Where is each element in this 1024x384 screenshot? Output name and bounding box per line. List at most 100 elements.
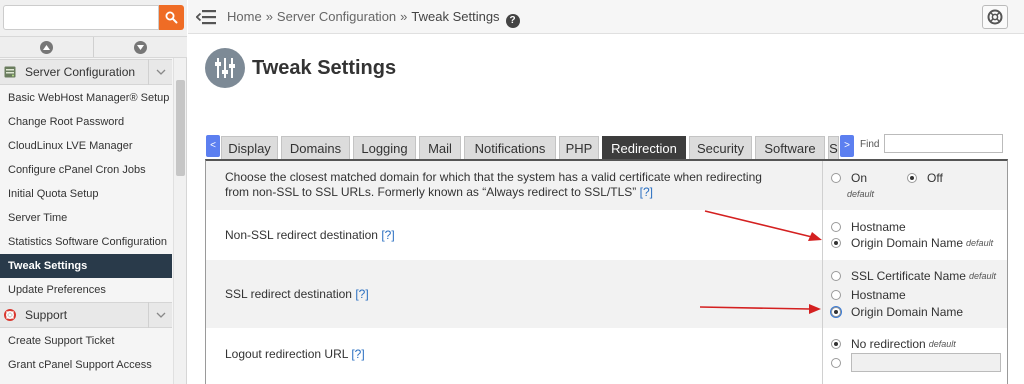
option-on[interactable]: On — [831, 171, 867, 185]
setting-options: No redirection default — [822, 328, 1007, 384]
help-link[interactable]: [?] — [351, 347, 364, 361]
option-ssl-certificate-name[interactable]: SSL Certificate Name default — [831, 269, 996, 283]
sliders-icon — [205, 48, 245, 88]
sidebar-item-create-support-ticket[interactable]: Create Support Ticket — [0, 329, 172, 353]
tab-display[interactable]: Display — [221, 136, 278, 159]
search-button[interactable] — [159, 5, 184, 30]
option-label: No redirection — [851, 337, 926, 351]
setting-description-line: from non-SSL to SSL URLs. Formerly known… — [225, 185, 637, 199]
sidebar-item-grant-cpanel-support-access[interactable]: Grant cPanel Support Access — [0, 353, 172, 377]
option-label: Origin Domain Name — [851, 305, 964, 319]
option-hostname[interactable]: Hostname — [831, 220, 906, 234]
sidebar-item-server-time[interactable]: Server Time — [0, 206, 172, 230]
option-label: Off — [927, 171, 943, 185]
breadcrumb-separator: » — [265, 9, 273, 24]
help-link[interactable]: [?] — [381, 228, 394, 242]
tabs-scroll-left-button[interactable]: < — [206, 135, 220, 157]
expand-all-button[interactable] — [93, 37, 187, 57]
radio-origin-domain-name[interactable] — [831, 238, 841, 248]
sidebar-item-cloudlinux-lve-manager[interactable]: CloudLinux LVE Manager — [0, 134, 172, 158]
support-button[interactable] — [982, 5, 1008, 29]
radio-no-redirection[interactable] — [831, 339, 841, 349]
sidebar-item-basic-webhost-manager-setup[interactable]: Basic WebHost Manager® Setup — [0, 86, 172, 110]
radio-origin-domain-name[interactable] — [831, 307, 841, 317]
option-label: On — [851, 171, 868, 185]
breadcrumb-home[interactable]: Home — [227, 9, 262, 24]
breadcrumb-server-configuration[interactable]: Server Configuration — [277, 9, 396, 24]
tab-mail[interactable]: Mail — [419, 136, 461, 159]
tab-php[interactable]: PHP — [559, 136, 599, 159]
help-link[interactable]: [?] — [355, 287, 368, 301]
breadcrumb-current: Tweak Settings — [411, 9, 500, 24]
find-input[interactable] — [884, 134, 1003, 153]
setting-label: SSL redirect destination — [225, 287, 352, 301]
option-hostname[interactable]: Hostname — [831, 288, 906, 302]
sidebar: Server Configuration Basic WebHost Manag… — [0, 0, 187, 384]
menu-collapse-icon[interactable] — [196, 9, 216, 25]
radio-custom-url[interactable] — [831, 357, 841, 368]
group-toggle[interactable] — [148, 302, 172, 328]
whm-window: Server Configuration Basic WebHost Manag… — [0, 0, 1024, 384]
setting-options: SSL Certificate Name default Hostname Or… — [822, 260, 1007, 328]
default-label: default — [928, 339, 956, 349]
radio-hostname[interactable] — [831, 290, 841, 300]
lifebuoy-icon — [987, 9, 1003, 25]
help-link[interactable]: [?] — [640, 185, 653, 199]
sidebar-group-label: Server Configuration — [25, 65, 136, 79]
tab-notifications[interactable]: Notifications — [464, 136, 556, 159]
tab-logging[interactable]: Logging — [353, 136, 416, 159]
option-custom-url[interactable] — [831, 353, 1001, 372]
top-bar: Home» Server Configuration» Tweak Settings… — [188, 0, 1024, 34]
sidebar-group-support[interactable]: Support — [0, 302, 172, 328]
setting-options: Hostname Origin Domain Name default — [822, 210, 1007, 260]
setting-label: Non-SSL redirect destination — [225, 228, 378, 242]
scrollbar-thumb[interactable] — [176, 80, 185, 176]
collapse-expand-row — [0, 36, 187, 58]
group-toggle[interactable] — [148, 59, 172, 85]
setting-description-line: Choose the closest matched domain for wh… — [225, 170, 762, 184]
sidebar-item-configure-cpanel-cron-jobs[interactable]: Configure cPanel Cron Jobs — [0, 158, 172, 182]
chevron-down-icon — [134, 40, 147, 54]
tab-domains[interactable]: Domains — [281, 136, 350, 159]
sidebar-item-tweak-settings[interactable]: Tweak Settings — [0, 254, 172, 278]
find-label: Find — [860, 139, 880, 150]
tab-redirection[interactable]: Redirection — [602, 136, 686, 159]
sidebar-search — [0, 0, 187, 36]
radio-on[interactable] — [831, 173, 841, 183]
sidebar-item-statistics-software-configuration[interactable]: Statistics Software Configuration — [0, 230, 172, 254]
radio-off[interactable] — [907, 173, 917, 183]
help-icon[interactable]: ? — [505, 14, 520, 28]
collapse-all-button[interactable] — [0, 37, 93, 57]
option-no-redirection[interactable]: No redirection default — [831, 337, 956, 351]
option-origin-domain-name[interactable]: Origin Domain Name default — [831, 236, 993, 250]
setting-description: Logout redirection URL [?] — [225, 347, 805, 362]
sidebar-item-change-root-password[interactable]: Change Root Password — [0, 110, 172, 134]
radio-ssl-certificate-name[interactable] — [831, 271, 841, 281]
tab-software[interactable]: Software — [755, 136, 825, 159]
sidebar-scrollbar[interactable] — [173, 58, 186, 384]
server-config-icon — [4, 66, 16, 78]
option-origin-domain-name[interactable]: Origin Domain Name — [831, 305, 963, 319]
radio-hostname[interactable] — [831, 222, 841, 232]
option-off[interactable]: Off — [907, 171, 943, 185]
setting-description: Non-SSL redirect destination [?] — [225, 228, 805, 243]
logout-url-input[interactable] — [851, 353, 1001, 372]
option-label: Hostname — [851, 288, 906, 302]
setting-options: On Off default — [822, 161, 1007, 210]
page-title: Tweak Settings — [252, 57, 397, 79]
settings-table: Choose the closest matched domain for wh… — [205, 159, 1008, 384]
option-label: Hostname — [851, 220, 906, 234]
breadcrumb-separator: » — [400, 9, 408, 24]
option-label: SSL Certificate Name — [851, 269, 966, 283]
tab-security[interactable]: Security — [689, 136, 752, 159]
sidebar-search-input[interactable] — [3, 5, 159, 30]
sidebar-group-server-configuration[interactable]: Server Configuration — [0, 59, 172, 85]
sidebar-group-label: Support — [25, 308, 68, 322]
setting-label: Logout redirection URL — [225, 347, 348, 361]
tab-overflow[interactable]: S — [828, 136, 839, 159]
sidebar-item-initial-quota-setup[interactable]: Initial Quota Setup — [0, 182, 172, 206]
sidebar-item-update-preferences[interactable]: Update Preferences — [0, 278, 172, 302]
setting-row-ssl-redirect-destination: SSL redirect destination [?] SSL Certifi… — [206, 260, 1007, 328]
tabs-scroll-right-button[interactable]: > — [840, 135, 854, 157]
chevron-down-icon — [156, 312, 165, 318]
